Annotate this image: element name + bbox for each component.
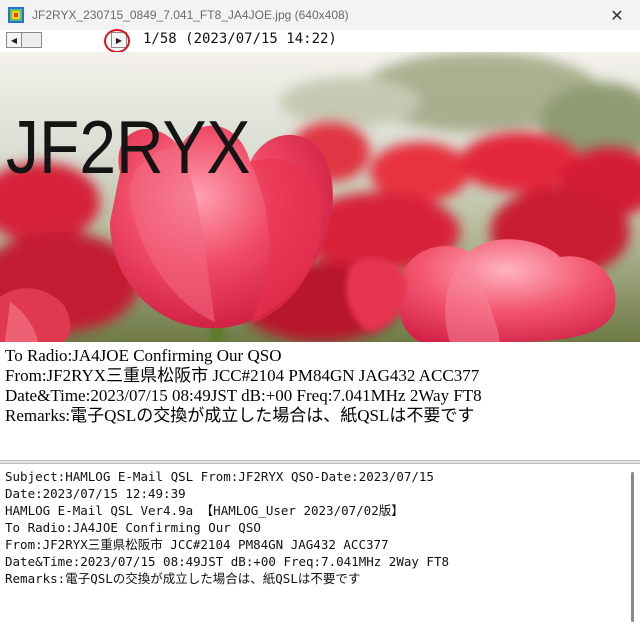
mail-line-date: Date:2023/07/15 12:49:39 (5, 486, 186, 501)
mail-line-version: HAMLOG E-Mail QSL Ver4.9a 【HAMLOG_User 2… (5, 503, 404, 518)
left-arrow-icon: ◀ (10, 35, 18, 45)
navigation-track[interactable] (22, 32, 42, 48)
mail-line-datetime: Date&Time:2023/07/15 08:49JST dB:+00 Fre… (5, 554, 450, 569)
previous-button[interactable]: ◀ (6, 32, 22, 48)
qsl-callsign: JF2RYX (6, 105, 251, 189)
mail-text-panel[interactable]: Subject:HAMLOG E-Mail QSL From:JF2RYX QS… (0, 464, 640, 630)
mail-line-from: From:JF2RYX三重県松阪市 JCC#2104 PM84GN JAG432… (5, 537, 389, 552)
title-bar: JF2RYX_230715_0849_7.041_FT8_JA4JOE.jpg … (0, 0, 640, 30)
close-button[interactable]: ✕ (594, 0, 640, 30)
close-icon: ✕ (610, 5, 624, 25)
mail-line-subject: Subject:HAMLOG E-Mail QSL From:JF2RYX QS… (5, 469, 434, 484)
qsl-card-image: JF2RYX (0, 52, 640, 342)
mail-line-to: To Radio:JA4JOE Confirming Our QSO (5, 520, 261, 535)
card-line-datetime: Date&Time:2023/07/15 08:49JST dB:+00 Fre… (5, 386, 482, 405)
window-title-size: (640x408) (291, 8, 349, 22)
app-icon (8, 7, 24, 23)
qsl-card-text: To Radio:JA4JOE Confirming Our QSO From:… (0, 342, 640, 460)
mail-scrollbar[interactable] (631, 472, 634, 622)
card-line-from: From:JF2RYX三重県松阪市 JCC#2104 PM84GN JAG432… (5, 366, 480, 385)
mail-line-remarks: Remarks:電子QSLの交換が成立した場合は、紙QSLは不要です (5, 571, 361, 586)
window-title-filename: JF2RYX_230715_0849_7.041_FT8_JA4JOE.jpg (32, 8, 292, 22)
tulip-photo (0, 52, 640, 342)
card-line-remarks: Remarks:電子QSLの交換が成立した場合は、紙QSLは不要です (5, 406, 475, 425)
window-title: JF2RYX_230715_0849_7.041_FT8_JA4JOE.jpg … (32, 8, 349, 22)
highlight-circle (104, 29, 130, 53)
page-counter: 1/58 (2023/07/15 14:22) (143, 31, 337, 47)
card-line-to: To Radio:JA4JOE Confirming Our QSO (5, 346, 282, 365)
